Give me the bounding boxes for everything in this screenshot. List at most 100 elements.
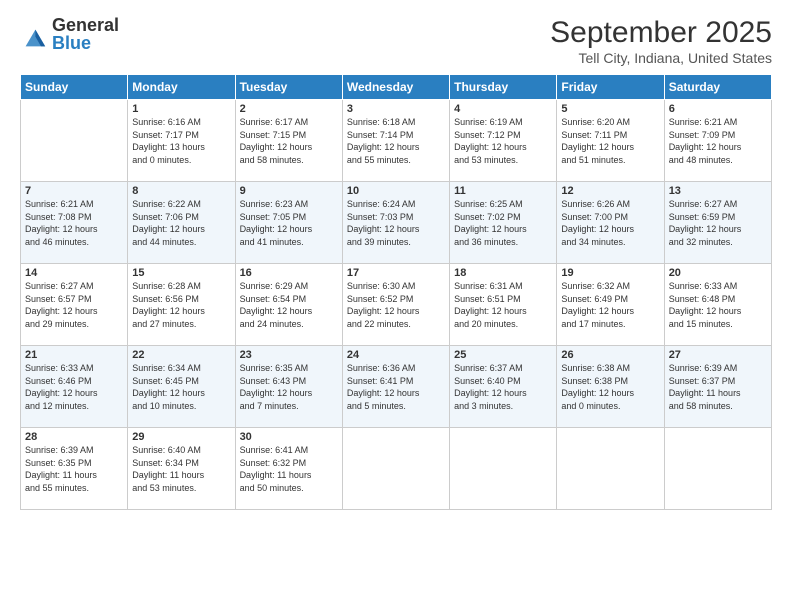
- day-info: Sunrise: 6:25 AM Sunset: 7:02 PM Dayligh…: [454, 198, 552, 248]
- day-number: 2: [240, 103, 338, 115]
- day-info: Sunrise: 6:31 AM Sunset: 6:51 PM Dayligh…: [454, 280, 552, 330]
- calendar-cell: 13Sunrise: 6:27 AM Sunset: 6:59 PM Dayli…: [664, 182, 771, 264]
- day-number: 16: [240, 267, 338, 279]
- day-info: Sunrise: 6:19 AM Sunset: 7:12 PM Dayligh…: [454, 116, 552, 166]
- day-number: 17: [347, 267, 445, 279]
- day-info: Sunrise: 6:35 AM Sunset: 6:43 PM Dayligh…: [240, 362, 338, 412]
- weekday-header: Monday: [128, 75, 235, 100]
- day-info: Sunrise: 6:24 AM Sunset: 7:03 PM Dayligh…: [347, 198, 445, 248]
- calendar-cell: 18Sunrise: 6:31 AM Sunset: 6:51 PM Dayli…: [450, 264, 557, 346]
- calendar-cell: 30Sunrise: 6:41 AM Sunset: 6:32 PM Dayli…: [235, 428, 342, 510]
- weekday-header-row: SundayMondayTuesdayWednesdayThursdayFrid…: [21, 75, 772, 100]
- day-info: Sunrise: 6:17 AM Sunset: 7:15 PM Dayligh…: [240, 116, 338, 166]
- day-info: Sunrise: 6:26 AM Sunset: 7:00 PM Dayligh…: [561, 198, 659, 248]
- day-info: Sunrise: 6:27 AM Sunset: 6:59 PM Dayligh…: [669, 198, 767, 248]
- title-block: September 2025 Tell City, Indiana, Unite…: [550, 16, 772, 66]
- day-number: 15: [132, 267, 230, 279]
- calendar-cell: [342, 428, 449, 510]
- day-info: Sunrise: 6:33 AM Sunset: 6:48 PM Dayligh…: [669, 280, 767, 330]
- day-number: 10: [347, 185, 445, 197]
- day-info: Sunrise: 6:37 AM Sunset: 6:40 PM Dayligh…: [454, 362, 552, 412]
- calendar-cell: 17Sunrise: 6:30 AM Sunset: 6:52 PM Dayli…: [342, 264, 449, 346]
- logo-line2: Blue: [52, 34, 119, 52]
- day-info: Sunrise: 6:38 AM Sunset: 6:38 PM Dayligh…: [561, 362, 659, 412]
- calendar-cell: 8Sunrise: 6:22 AM Sunset: 7:06 PM Daylig…: [128, 182, 235, 264]
- logo: General Blue: [20, 16, 119, 52]
- day-number: 12: [561, 185, 659, 197]
- day-number: 18: [454, 267, 552, 279]
- calendar-cell: 4Sunrise: 6:19 AM Sunset: 7:12 PM Daylig…: [450, 100, 557, 182]
- calendar-week-row: 21Sunrise: 6:33 AM Sunset: 6:46 PM Dayli…: [21, 346, 772, 428]
- day-info: Sunrise: 6:21 AM Sunset: 7:08 PM Dayligh…: [25, 198, 123, 248]
- day-number: 29: [132, 431, 230, 443]
- calendar-cell: 26Sunrise: 6:38 AM Sunset: 6:38 PM Dayli…: [557, 346, 664, 428]
- day-number: 27: [669, 349, 767, 361]
- calendar-cell: 29Sunrise: 6:40 AM Sunset: 6:34 PM Dayli…: [128, 428, 235, 510]
- day-number: 24: [347, 349, 445, 361]
- day-info: Sunrise: 6:16 AM Sunset: 7:17 PM Dayligh…: [132, 116, 230, 166]
- calendar-cell: 24Sunrise: 6:36 AM Sunset: 6:41 PM Dayli…: [342, 346, 449, 428]
- logo-line1: General: [52, 16, 119, 34]
- day-number: 21: [25, 349, 123, 361]
- day-number: 22: [132, 349, 230, 361]
- calendar-cell: [450, 428, 557, 510]
- day-number: 30: [240, 431, 338, 443]
- day-number: 13: [669, 185, 767, 197]
- day-number: 1: [132, 103, 230, 115]
- day-info: Sunrise: 6:23 AM Sunset: 7:05 PM Dayligh…: [240, 198, 338, 248]
- page: General Blue September 2025 Tell City, I…: [0, 0, 792, 612]
- calendar-week-row: 28Sunrise: 6:39 AM Sunset: 6:35 PM Dayli…: [21, 428, 772, 510]
- day-info: Sunrise: 6:32 AM Sunset: 6:49 PM Dayligh…: [561, 280, 659, 330]
- month-title: September 2025: [550, 16, 772, 50]
- calendar-cell: 16Sunrise: 6:29 AM Sunset: 6:54 PM Dayli…: [235, 264, 342, 346]
- calendar-cell: 14Sunrise: 6:27 AM Sunset: 6:57 PM Dayli…: [21, 264, 128, 346]
- calendar-cell: 21Sunrise: 6:33 AM Sunset: 6:46 PM Dayli…: [21, 346, 128, 428]
- day-number: 28: [25, 431, 123, 443]
- calendar-cell: 25Sunrise: 6:37 AM Sunset: 6:40 PM Dayli…: [450, 346, 557, 428]
- calendar-cell: [21, 100, 128, 182]
- day-info: Sunrise: 6:18 AM Sunset: 7:14 PM Dayligh…: [347, 116, 445, 166]
- calendar-cell: 15Sunrise: 6:28 AM Sunset: 6:56 PM Dayli…: [128, 264, 235, 346]
- day-info: Sunrise: 6:39 AM Sunset: 6:35 PM Dayligh…: [25, 444, 123, 494]
- calendar-cell: 7Sunrise: 6:21 AM Sunset: 7:08 PM Daylig…: [21, 182, 128, 264]
- day-number: 26: [561, 349, 659, 361]
- day-number: 7: [25, 185, 123, 197]
- calendar-cell: 5Sunrise: 6:20 AM Sunset: 7:11 PM Daylig…: [557, 100, 664, 182]
- weekday-header: Wednesday: [342, 75, 449, 100]
- calendar-cell: 28Sunrise: 6:39 AM Sunset: 6:35 PM Dayli…: [21, 428, 128, 510]
- day-info: Sunrise: 6:27 AM Sunset: 6:57 PM Dayligh…: [25, 280, 123, 330]
- calendar-cell: 6Sunrise: 6:21 AM Sunset: 7:09 PM Daylig…: [664, 100, 771, 182]
- header: General Blue September 2025 Tell City, I…: [20, 16, 772, 66]
- weekday-header: Tuesday: [235, 75, 342, 100]
- calendar-cell: [664, 428, 771, 510]
- calendar-cell: 27Sunrise: 6:39 AM Sunset: 6:37 PM Dayli…: [664, 346, 771, 428]
- calendar-cell: 1Sunrise: 6:16 AM Sunset: 7:17 PM Daylig…: [128, 100, 235, 182]
- weekday-header: Sunday: [21, 75, 128, 100]
- day-number: 19: [561, 267, 659, 279]
- calendar-cell: 2Sunrise: 6:17 AM Sunset: 7:15 PM Daylig…: [235, 100, 342, 182]
- day-number: 5: [561, 103, 659, 115]
- day-info: Sunrise: 6:28 AM Sunset: 6:56 PM Dayligh…: [132, 280, 230, 330]
- location: Tell City, Indiana, United States: [550, 50, 772, 66]
- day-number: 20: [669, 267, 767, 279]
- weekday-header: Friday: [557, 75, 664, 100]
- day-info: Sunrise: 6:30 AM Sunset: 6:52 PM Dayligh…: [347, 280, 445, 330]
- day-number: 3: [347, 103, 445, 115]
- day-number: 14: [25, 267, 123, 279]
- weekday-header: Thursday: [450, 75, 557, 100]
- calendar-week-row: 7Sunrise: 6:21 AM Sunset: 7:08 PM Daylig…: [21, 182, 772, 264]
- day-info: Sunrise: 6:41 AM Sunset: 6:32 PM Dayligh…: [240, 444, 338, 494]
- calendar-cell: 23Sunrise: 6:35 AM Sunset: 6:43 PM Dayli…: [235, 346, 342, 428]
- calendar-cell: 9Sunrise: 6:23 AM Sunset: 7:05 PM Daylig…: [235, 182, 342, 264]
- calendar-week-row: 1Sunrise: 6:16 AM Sunset: 7:17 PM Daylig…: [21, 100, 772, 182]
- calendar-cell: [557, 428, 664, 510]
- logo-icon: [20, 24, 48, 52]
- calendar-cell: 10Sunrise: 6:24 AM Sunset: 7:03 PM Dayli…: [342, 182, 449, 264]
- calendar-cell: 19Sunrise: 6:32 AM Sunset: 6:49 PM Dayli…: [557, 264, 664, 346]
- day-number: 11: [454, 185, 552, 197]
- calendar-week-row: 14Sunrise: 6:27 AM Sunset: 6:57 PM Dayli…: [21, 264, 772, 346]
- calendar-cell: 20Sunrise: 6:33 AM Sunset: 6:48 PM Dayli…: [664, 264, 771, 346]
- calendar-table: SundayMondayTuesdayWednesdayThursdayFrid…: [20, 74, 772, 510]
- day-number: 9: [240, 185, 338, 197]
- day-number: 8: [132, 185, 230, 197]
